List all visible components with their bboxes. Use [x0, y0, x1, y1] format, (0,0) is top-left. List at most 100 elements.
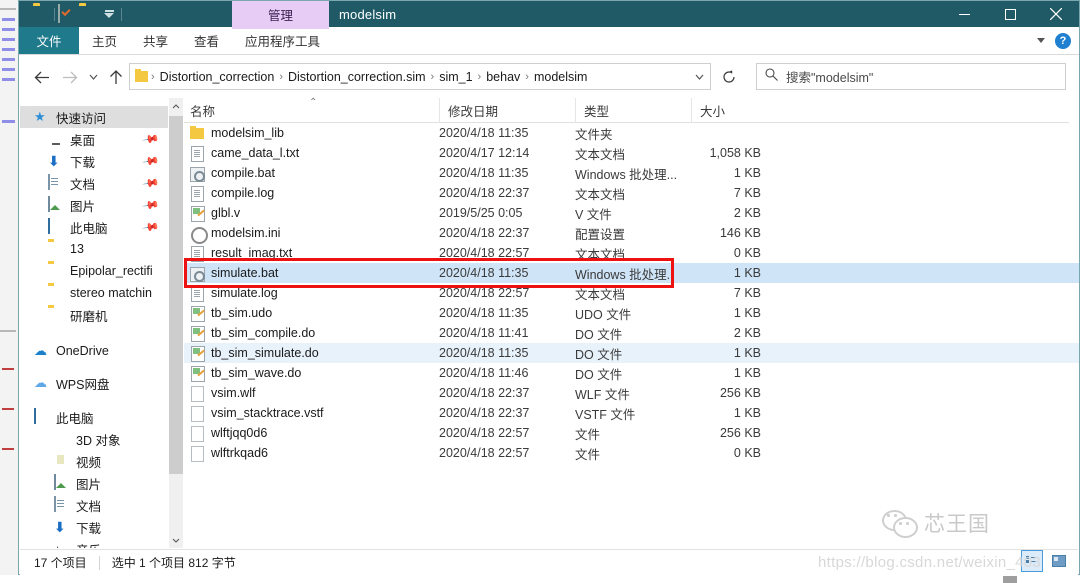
divider [98, 555, 100, 570]
sidebar-item-documents-2[interactable]: 文档 [20, 494, 168, 516]
maximize-button[interactable] [987, 1, 1033, 27]
help-icon[interactable]: ? [1055, 32, 1071, 49]
breadcrumb-item-0[interactable]: Distortion_correction [156, 70, 279, 84]
table-row[interactable]: came_data_l.txt 2020/4/17 12:14 文本文档 1,0… [184, 143, 1079, 163]
ribbon-tabs[interactable]: 文件 主页 共享 查看 应用程序工具 [19, 27, 333, 54]
breadcrumb-item-1[interactable]: Distortion_correction.sim [284, 70, 430, 84]
background-scrollbar-thumb[interactable] [1003, 576, 1017, 583]
properties-icon[interactable] [58, 4, 76, 23]
chevron-down-icon[interactable] [1037, 38, 1045, 43]
search-input[interactable]: 搜索"modelsim" [756, 63, 1066, 90]
refresh-button[interactable] [716, 63, 742, 90]
scroll-up-button[interactable] [169, 98, 183, 114]
ribbon-right-controls[interactable]: ? [1037, 27, 1071, 54]
table-row[interactable]: wlftrkqad6 2020/4/18 22:57 文件 0 KB [184, 443, 1079, 463]
forward-button[interactable] [57, 64, 83, 90]
breadcrumb-item-3[interactable]: behav [482, 70, 524, 84]
file-type: 文本文档 [575, 147, 626, 162]
table-row[interactable]: vsim.wlf 2020/4/18 22:37 WLF 文件 256 KB [184, 383, 1079, 403]
navigation-buttons[interactable] [29, 64, 129, 90]
file-type: VSTF 文件 [575, 407, 636, 422]
table-row[interactable]: compile.log 2020/4/18 22:37 文本文档 7 KB [184, 183, 1079, 203]
back-button[interactable] [29, 64, 55, 90]
table-row[interactable]: tb_sim.udo 2020/4/18 11:35 UDO 文件 1 KB [184, 303, 1079, 323]
tab-home[interactable]: 主页 [79, 27, 130, 54]
table-row[interactable]: wlftjqq0d6 2020/4/18 22:57 文件 256 KB [184, 423, 1079, 443]
sidebar-item-onedrive[interactable]: ☁ OneDrive [20, 340, 168, 362]
sort-ascending-icon: ⌃ [309, 97, 318, 108]
thumbnail-view-icon[interactable] [1049, 551, 1069, 571]
quick-access-toolbar[interactable] [33, 1, 122, 27]
sidebar-item-pictures[interactable]: 图片 📌 [20, 194, 168, 216]
sidebar-item-label: 研磨机 [70, 309, 108, 324]
table-row-highlighted[interactable]: tb_sim_simulate.do 2020/4/18 11:35 DO 文件… [184, 343, 1079, 363]
sidebar-item-this-pc-root[interactable]: 此电脑 [20, 406, 168, 428]
sidebar-item-desktop[interactable]: 桌面 📌 [20, 128, 168, 150]
address-bar[interactable]: › Distortion_correction › Distortion_cor… [129, 63, 711, 90]
file-date: 2020/4/18 22:57 [439, 246, 530, 260]
sidebar-item-stereo-matching[interactable]: stereo matchin [20, 282, 168, 304]
file-name-cell: compile.bat [190, 165, 275, 182]
sidebar-item-quick-access[interactable]: ★ 快速访问 [20, 106, 168, 128]
file-date: 2020/4/18 22:37 [439, 386, 530, 400]
sidebar-item-label: Epipolar_rectifi [70, 264, 153, 278]
table-row[interactable]: glbl.v 2019/5/25 0:05 V 文件 2 KB [184, 203, 1079, 223]
sidebar-item-3d-objects[interactable]: 3D 对象 [20, 428, 168, 450]
file-date: 2020/4/18 22:57 [439, 426, 530, 440]
new-folder-icon[interactable] [79, 5, 97, 23]
table-row-selected[interactable]: simulate.bat 2020/4/18 11:35 Windows 批处理… [184, 263, 1079, 283]
folder-icon [48, 263, 64, 279]
window-controls[interactable] [941, 1, 1079, 27]
sidebar-item-epipolar[interactable]: Epipolar_rectifi [20, 260, 168, 282]
table-row[interactable]: vsim_stacktrace.vstf 2020/4/18 22:37 VST… [184, 403, 1079, 423]
tab-view[interactable]: 查看 [181, 27, 232, 54]
breadcrumb-item-4[interactable]: modelsim [530, 70, 592, 84]
file-name: simulate.log [211, 286, 278, 300]
up-button[interactable] [103, 64, 129, 90]
column-header-type[interactable]: 类型 [575, 98, 691, 122]
sidebar-item-this-pc[interactable]: 此电脑 📌 [20, 216, 168, 238]
table-row[interactable]: result_imag.txt 2020/4/18 22:57 文本文档 0 K… [184, 243, 1079, 263]
status-selection-info: 选中 1 个项目 812 字节 [111, 556, 236, 570]
column-header-date[interactable]: 修改日期 [439, 98, 575, 122]
file-rows[interactable]: modelsim_lib 2020/4/18 11:35 文件夹 came_da… [184, 123, 1079, 463]
scroll-down-button[interactable] [169, 532, 183, 548]
table-row[interactable]: modelsim_lib 2020/4/18 11:35 文件夹 [184, 123, 1079, 143]
file-list[interactable]: 名称 ⌃ 修改日期 类型 大小 modelsim_lib 2020/4/18 1… [184, 97, 1079, 548]
sidebar-item-music[interactable]: ♪ 音乐 [20, 538, 168, 548]
minimize-button[interactable] [941, 1, 987, 27]
do-file-icon [190, 305, 205, 322]
recent-locations-button[interactable] [85, 64, 101, 90]
customize-caret-icon[interactable] [100, 5, 118, 23]
table-row[interactable]: modelsim.ini 2020/4/18 22:37 配置设置 146 KB [184, 223, 1079, 244]
address-dropdown-icon[interactable] [688, 64, 710, 89]
close-button[interactable] [1033, 1, 1079, 27]
folder-icon [190, 125, 205, 141]
sidebar-item-documents[interactable]: 文档 📌 [20, 172, 168, 194]
sidebar-item-downloads-2[interactable]: ⬇ 下载 [20, 516, 168, 538]
table-row[interactable]: tb_sim_wave.do 2020/4/18 11:46 DO 文件 1 K… [184, 363, 1079, 383]
sidebar-item-downloads[interactable]: ⬇ 下载 📌 [20, 150, 168, 172]
table-row[interactable]: simulate.log 2020/4/18 22:57 文本文档 7 KB [184, 283, 1079, 303]
sidebar-item-wps-cloud[interactable]: ☁ WPS网盘 [20, 372, 168, 394]
column-headers[interactable]: 名称 ⌃ 修改日期 类型 大小 [184, 97, 1069, 123]
document-icon [48, 174, 64, 191]
breadcrumb[interactable]: › Distortion_correction › Distortion_cor… [130, 64, 688, 89]
navigation-pane[interactable]: ★ 快速访问 桌面 📌 ⬇ 下载 📌 文档 📌 图片 📌 此电脑 📌 13 Ep… [20, 98, 168, 548]
scrollbar-thumb[interactable] [169, 116, 183, 474]
contextual-tab-manage[interactable]: 管理 [232, 1, 329, 27]
breadcrumb-item-2[interactable]: sim_1 [435, 70, 476, 84]
file-name: tb_sim_compile.do [211, 326, 316, 340]
sidebar-item-13[interactable]: 13 [20, 238, 168, 260]
table-row[interactable]: compile.bat 2020/4/18 11:35 Windows 批处理.… [184, 163, 1079, 183]
table-row[interactable]: tb_sim_compile.do 2020/4/18 11:41 DO 文件 … [184, 323, 1079, 343]
sidebar-item-videos[interactable]: 视频 [20, 450, 168, 472]
column-header-size[interactable]: 大小 [691, 98, 781, 122]
sidebar-item-pictures-2[interactable]: 图片 [20, 472, 168, 494]
folder-icon[interactable] [33, 5, 51, 23]
tab-application-tools[interactable]: 应用程序工具 [232, 27, 333, 54]
tab-share[interactable]: 共享 [130, 27, 181, 54]
tab-file[interactable]: 文件 [19, 27, 79, 54]
sidebar-item-grinder[interactable]: 研磨机 [20, 304, 168, 326]
column-header-name[interactable]: 名称 ⌃ [184, 97, 439, 122]
